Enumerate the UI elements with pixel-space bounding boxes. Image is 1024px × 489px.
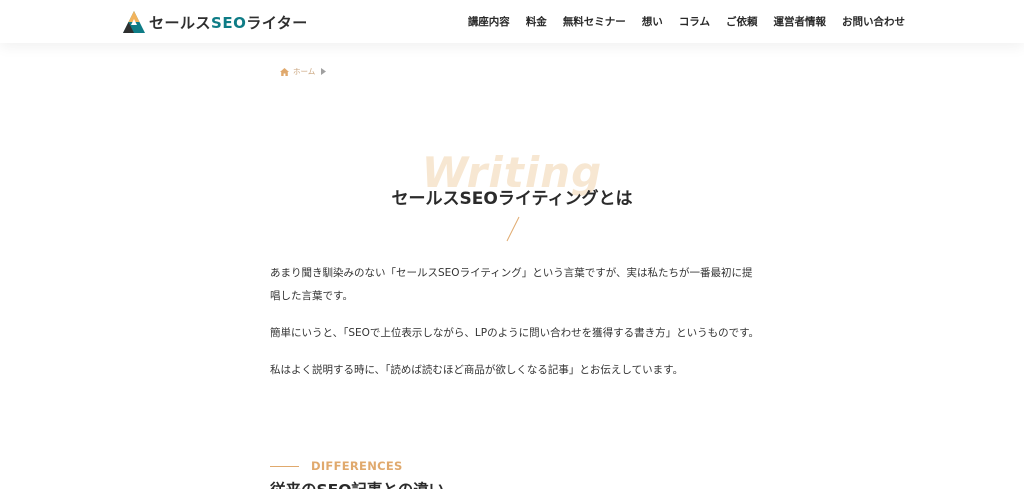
triangle-logo-icon: [123, 11, 145, 33]
home-icon: [280, 67, 289, 76]
nav-item-course[interactable]: 講座内容: [468, 14, 510, 29]
breadcrumb-home-link[interactable]: ホーム: [293, 66, 315, 77]
nav-item-price[interactable]: 料金: [526, 14, 547, 29]
paragraph: 私はよく説明する時に、「読めば読むほど商品が欲しくなる記事」とお伝えしています。: [270, 364, 684, 376]
nav-item-operator[interactable]: 運営者情報: [774, 14, 827, 29]
label-line: [270, 465, 299, 467]
site-logo[interactable]: セールスSEOライター: [122, 9, 308, 35]
nav-item-contact[interactable]: お問い合わせ: [842, 14, 905, 29]
intro-text: あまり聞き馴染みのない「セールスSEOライティング」という言葉ですが、実は私たち…: [270, 262, 760, 396]
nav-item-seminar[interactable]: 無料セミナー: [563, 14, 626, 29]
paragraph: あまり聞き馴染みのない「セールスSEOライティング」という言葉ですが、実は私たち…: [270, 267, 753, 302]
chevron-right-icon: [321, 68, 327, 75]
section-title: セールスSEOライティングとは: [391, 189, 633, 209]
paragraph: 簡単にいうと、「SEOで上位表示しながら、LPのように問い合わせを獲得する書き方…: [270, 327, 760, 339]
breadcrumb: ホーム: [280, 66, 327, 77]
subsection-heading: 従来のSEO記事との違い: [270, 478, 444, 489]
subsection-label: DIFFERENCES: [270, 459, 403, 473]
site-header: セールスSEOライター 講座内容 料金 無料セミナー 想い コラム ご依頼 運営…: [0, 0, 1024, 43]
nav-item-column[interactable]: コラム: [679, 14, 710, 29]
subsection-label-text: DIFFERENCES: [311, 459, 403, 473]
main-nav: 講座内容 料金 無料セミナー 想い コラム ご依頼 運営者情報 お問い合わせ: [468, 0, 905, 43]
logo-text: セールスSEOライター: [149, 13, 308, 32]
page: セールスSEOライター 講座内容 料金 無料セミナー 想い コラム ご依頼 運営…: [0, 0, 1024, 489]
decorative-slash: [506, 216, 520, 242]
nav-item-philosophy[interactable]: 想い: [642, 14, 663, 29]
nav-item-request[interactable]: ご依頼: [726, 14, 758, 29]
